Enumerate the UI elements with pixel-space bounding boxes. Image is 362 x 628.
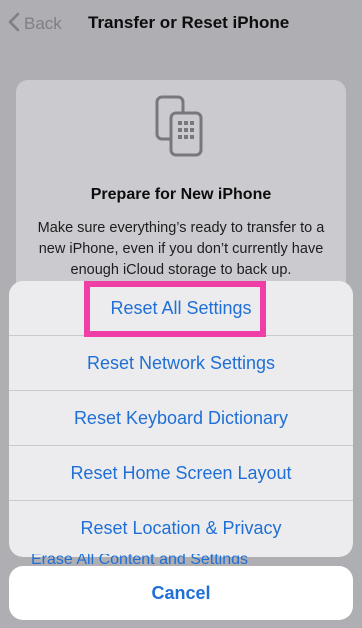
reset-keyboard-dictionary-label: Reset Keyboard Dictionary: [73, 407, 289, 428]
reset-network-settings-label: Reset Network Settings: [86, 352, 276, 373]
reset-network-settings-button[interactable]: Reset Network Settings: [9, 336, 353, 391]
cancel-button[interactable]: Cancel: [9, 566, 353, 620]
reset-keyboard-dictionary-button[interactable]: Reset Keyboard Dictionary: [9, 391, 353, 446]
two-phones-icon: [155, 95, 209, 157]
erase-all-content-label: Erase All Content and Settings: [31, 554, 249, 564]
reset-location-privacy-label: Reset Location & Privacy: [80, 518, 282, 538]
reset-location-privacy-button[interactable]: Reset Location & Privacy: [9, 501, 353, 556]
card-description: Make sure everything’s ready to transfer…: [37, 220, 325, 278]
cancel-label: Cancel: [151, 582, 211, 603]
chevron-left-icon: [8, 12, 20, 37]
card-title: Prepare for New iPhone: [90, 186, 272, 203]
erase-all-content-link: Erase All Content and Settings: [31, 554, 261, 564]
reset-all-settings-button[interactable]: Reset All Settings: [9, 281, 353, 336]
reset-all-settings-label: Reset All Settings: [110, 297, 252, 318]
page-title: Transfer or Reset iPhone: [88, 13, 290, 32]
back-label: Back: [24, 14, 62, 33]
reset-home-screen-layout-label: Reset Home Screen Layout: [70, 462, 292, 483]
back-button[interactable]: Back: [8, 12, 62, 36]
navigation-bar: Back Transfer or Reset iPhone: [0, 0, 362, 52]
reset-action-sheet: Reset All Settings Reset Network Setting…: [9, 281, 353, 557]
reset-home-screen-layout-button[interactable]: Reset Home Screen Layout: [9, 446, 353, 501]
